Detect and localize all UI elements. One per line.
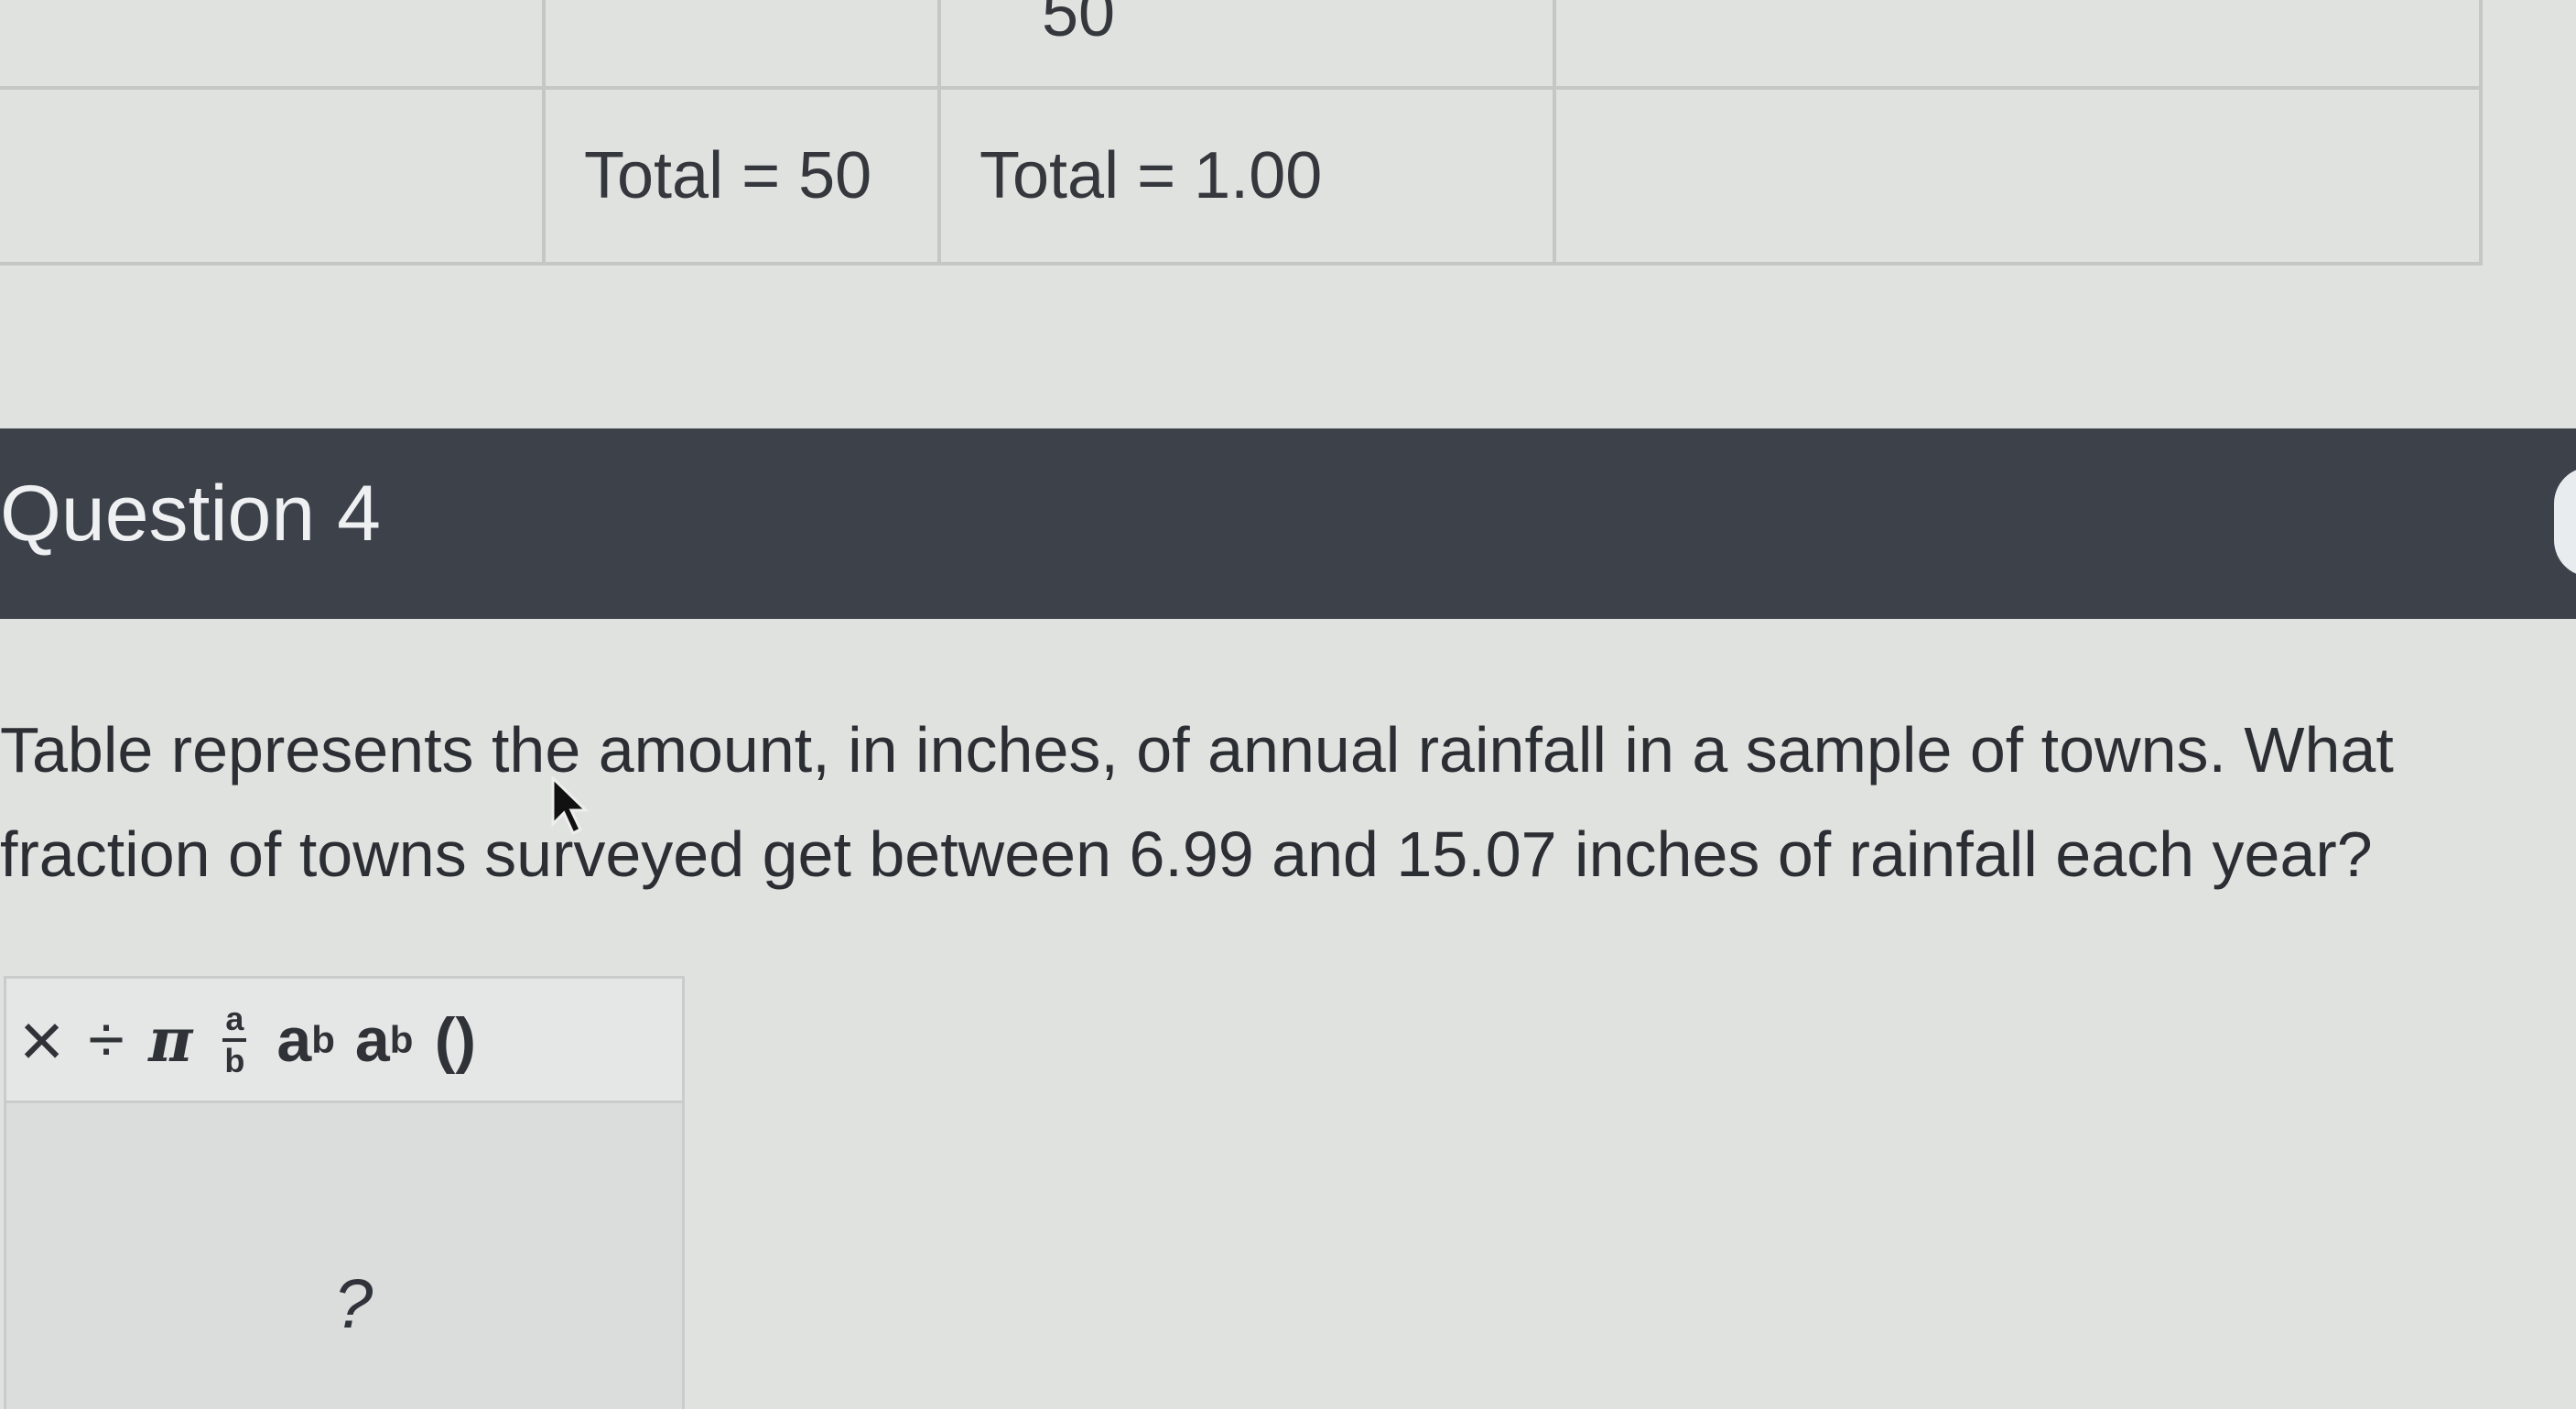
exponent-base: a	[276, 1004, 312, 1075]
screen: 50 Total = 50 Total = 1.00 Question 4 Ta…	[0, 0, 2576, 1409]
math-answer-editor: × ÷ π a b ab ab () ?	[4, 976, 685, 1409]
relative-frequency-total: Total = 1.00	[937, 86, 1556, 266]
subscript-base: a	[354, 1004, 390, 1075]
fraction-numerator: a	[225, 999, 244, 1037]
exponent-button[interactable]: ab	[276, 996, 334, 1084]
table-row-total: Total = 50 Total = 1.00	[0, 86, 2483, 266]
table-cell	[0, 0, 546, 90]
mouse-pointer-icon	[551, 776, 590, 836]
frequency-total: Total = 50	[542, 86, 941, 266]
prompt-line: Table represents the amount, in inches, …	[0, 714, 2394, 786]
table-cell	[0, 86, 546, 266]
frequency-table: 50 Total = 50 Total = 1.00	[0, 0, 2483, 266]
question-prompt: Table represents the amount, in inches, …	[0, 698, 2576, 906]
frequency-value: 50	[1042, 0, 1116, 50]
table-row: 50	[0, 0, 2483, 90]
divide-button[interactable]: ÷	[84, 996, 128, 1084]
question-title: Question 4	[0, 470, 381, 558]
math-toolbar: × ÷ π a b ab ab ()	[6, 979, 682, 1103]
side-tab-button[interactable]	[2554, 467, 2576, 577]
fraction-icon: a b	[222, 999, 247, 1079]
table-cell	[1553, 86, 2483, 266]
parentheses-button[interactable]: ()	[433, 996, 477, 1084]
fraction-bar	[222, 1037, 247, 1042]
table-cell	[1553, 0, 2483, 90]
question-header: Question 4	[0, 428, 2576, 619]
table-cell	[542, 0, 941, 90]
multiply-button[interactable]: ×	[19, 996, 64, 1084]
help-icon[interactable]: ?	[334, 1264, 373, 1344]
fraction-denominator: b	[224, 1041, 245, 1079]
subscript-button[interactable]: ab	[355, 996, 413, 1084]
table-cell: 50	[937, 0, 1556, 90]
prompt-line: fraction of towns surveyed get between 6…	[0, 818, 2373, 890]
math-input-field[interactable]: ?	[6, 1103, 682, 1409]
fraction-button[interactable]: a b	[212, 996, 256, 1084]
pi-button[interactable]: π	[148, 996, 192, 1084]
